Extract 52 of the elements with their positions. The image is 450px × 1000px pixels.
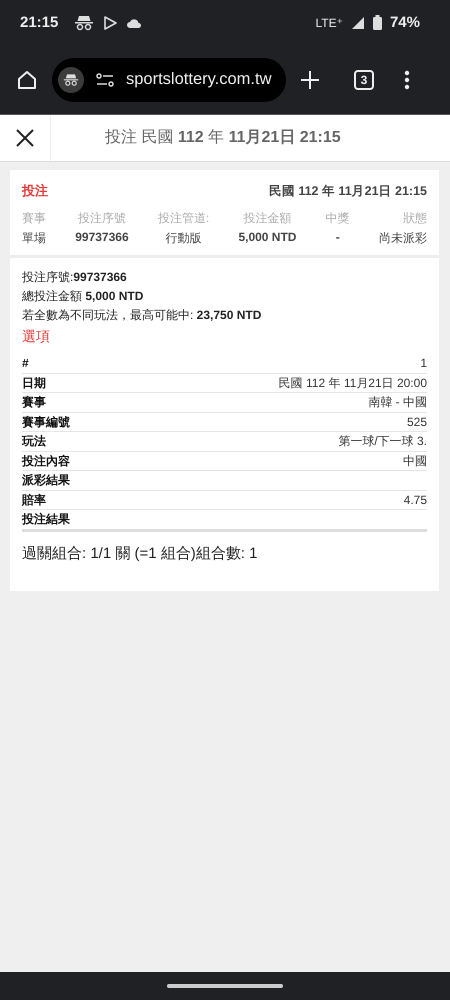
options-heading: 選項 bbox=[22, 328, 51, 346]
detail-label: 投注內容 bbox=[22, 452, 70, 470]
detail-value: 4.75 bbox=[404, 492, 427, 508]
column-heading: 賽事 bbox=[22, 210, 46, 227]
cloud-icon bbox=[126, 16, 142, 28]
column-heading: 狀態 bbox=[402, 210, 427, 227]
detail-value: 525 bbox=[406, 414, 427, 430]
new-tab-icon[interactable] bbox=[300, 70, 320, 90]
column-heading: 投注金額 bbox=[243, 210, 292, 227]
url-text: sportslottery.com.tw bbox=[126, 70, 272, 89]
column-value: - bbox=[336, 230, 340, 244]
tab-count-button[interactable]: 3 bbox=[354, 70, 374, 90]
column-value: 99737366 bbox=[75, 230, 129, 244]
bet-datetime: 民國 112 年 11月21日 21:15 bbox=[268, 182, 427, 200]
site-settings-icon[interactable] bbox=[96, 72, 114, 86]
menu-icon[interactable] bbox=[404, 70, 410, 90]
incognito-icon bbox=[74, 14, 94, 30]
summary-line: 投注序號:99737366 bbox=[22, 269, 128, 286]
column-value: 行動版 bbox=[166, 230, 202, 247]
clock: 21:15 bbox=[20, 14, 58, 31]
combination-summary: 過關組合: 1/1 關 (=1 組合)組合數: 1 bbox=[22, 544, 258, 562]
detail-label: 賽事編號 bbox=[22, 414, 70, 430]
column-value: 5,000 NTD bbox=[238, 230, 296, 244]
detail-value: 第一球/下一球 3. bbox=[338, 433, 427, 450]
detail-label: 派彩結果 bbox=[22, 472, 70, 489]
bet-type-label: 投注 bbox=[22, 182, 48, 200]
detail-value: 1 bbox=[420, 355, 427, 372]
detail-label: 投注結果 bbox=[22, 511, 70, 528]
column-heading: 投注管道: bbox=[158, 210, 210, 227]
column-heading: 投注序號 bbox=[78, 210, 126, 227]
summary-line: 若全數為不同玩法，最高可能中: 23,750 NTD bbox=[22, 307, 262, 324]
column-value: 單場 bbox=[22, 230, 46, 247]
column-value: 尚未派彩 bbox=[378, 230, 427, 247]
detail-value: 中國 bbox=[403, 452, 427, 470]
close-icon[interactable] bbox=[16, 129, 34, 147]
column-heading: 中獎 bbox=[326, 210, 350, 227]
detail-label: 賽事 bbox=[22, 394, 46, 411]
network-type: LTE⁺ bbox=[316, 16, 343, 30]
detail-label: 賠率 bbox=[22, 492, 46, 508]
detail-label: 日期 bbox=[22, 374, 46, 392]
signal-icon bbox=[350, 16, 365, 30]
detail-label: 玩法 bbox=[22, 433, 46, 450]
battery-level: 74% bbox=[390, 14, 420, 31]
page-title: 投注 民國 112 年 11月21日 21:15 bbox=[104, 128, 341, 148]
detail-value: 民國 112 年 11月21日 20:00 bbox=[278, 374, 427, 392]
battery-icon bbox=[372, 15, 382, 30]
address-bar[interactable]: sportslottery.com.tw bbox=[52, 58, 286, 102]
detail-label: # bbox=[22, 355, 29, 372]
incognito-icon bbox=[58, 66, 84, 92]
detail-value: 南韓 - 中國 bbox=[368, 394, 427, 411]
home-icon[interactable] bbox=[16, 68, 38, 90]
summary-line: 總投注金額 5,000 NTD bbox=[22, 288, 144, 305]
